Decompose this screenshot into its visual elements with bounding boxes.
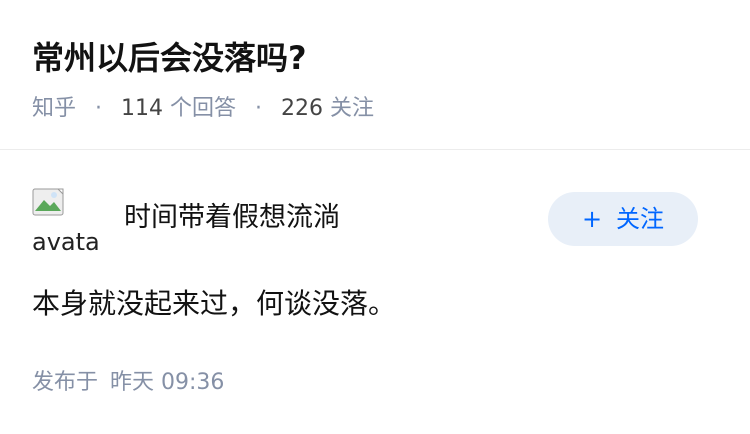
answer-content[interactable]: 本身就没起来过，何谈没落。	[32, 284, 396, 324]
source-label: 知乎	[32, 96, 77, 121]
meta-separator: ·	[95, 96, 103, 121]
follow-button-label: 关注	[616, 205, 665, 233]
avatar-alt-text: avatar	[32, 228, 100, 254]
follow-button[interactable]: + 关注	[548, 192, 698, 246]
answer-count: 114	[121, 96, 164, 121]
broken-image-icon	[32, 188, 64, 216]
publish-label: 发布于	[32, 370, 99, 395]
author-name[interactable]: 时间带着假想流淌	[124, 200, 340, 236]
follower-count: 226	[281, 96, 324, 121]
meta-separator: ·	[255, 96, 263, 121]
question-title[interactable]: 常州以后会没落吗?	[32, 34, 307, 82]
publish-time: 发布于 昨天 09:36	[32, 368, 224, 398]
question-header: 常州以后会没落吗? 知乎 · 114 个回答 · 226 关注	[0, 0, 750, 150]
answer-card: avatar 时间带着假想流淌 + 关注 本身就没起来过，何谈没落。 发布于昨天 …	[0, 150, 750, 434]
avatar[interactable]: avatar	[32, 186, 100, 254]
answer-count-label: 个回答	[170, 96, 237, 121]
follower-count-label: 关注	[330, 96, 375, 121]
question-meta: 知乎 · 114 个回答 · 226 关注	[32, 94, 374, 124]
publish-time-value: 昨天 09:36	[110, 370, 225, 395]
plus-icon: +	[581, 205, 603, 233]
